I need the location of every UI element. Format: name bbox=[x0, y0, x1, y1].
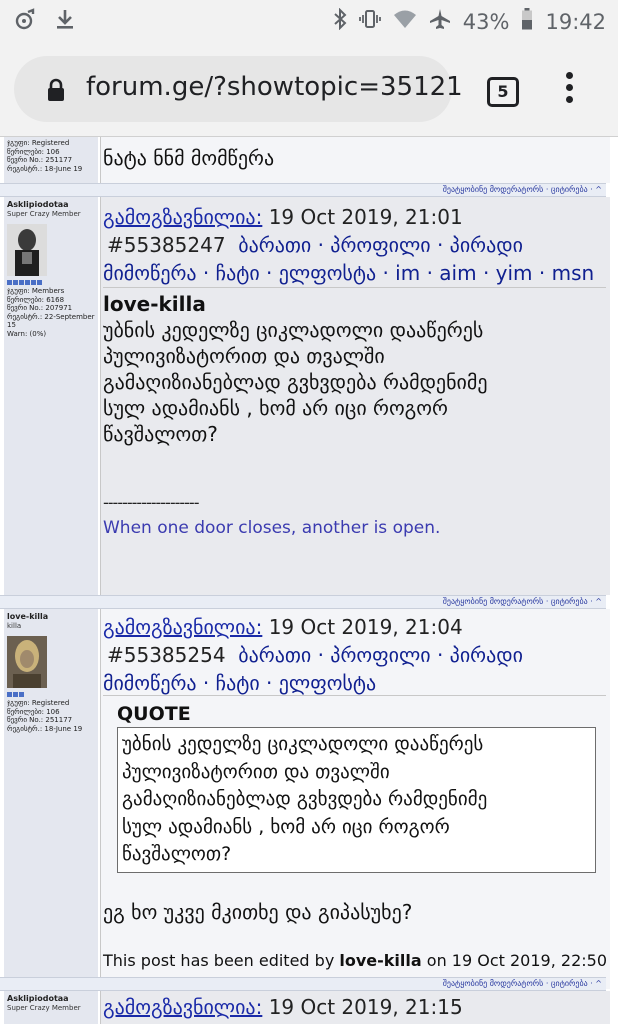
post-footer: შეატყობინე მოდერატორს · ციტირება · ^ bbox=[0, 183, 606, 197]
post-line: წავშალოთ? bbox=[103, 422, 218, 446]
lock-icon bbox=[46, 78, 66, 106]
post-body-area: ნატა ნნმ მომწერა bbox=[100, 137, 610, 183]
post-datetime: 19 Oct 2019, 21:01 bbox=[268, 205, 463, 229]
clock: 19:42 bbox=[545, 9, 606, 34]
user-meta-line: Warn: (0%) bbox=[7, 329, 47, 338]
overflow-menu-icon[interactable] bbox=[564, 72, 574, 108]
user-sidebar: love-killa killa ჯგუფი: Registered წერილ… bbox=[4, 609, 98, 989]
sent-link[interactable]: გამოგზავნილია: bbox=[103, 615, 262, 639]
quote-line: გამაღიზიანებლად გვხვდება რამდენიმე bbox=[122, 788, 488, 810]
rank-pips bbox=[4, 692, 98, 699]
quote-line: პულივიზატორით და თვალში bbox=[122, 760, 390, 783]
user-meta-line: წევრი No.: 251177 bbox=[7, 156, 73, 164]
post-datetime: 19 Oct 2019, 21:04 bbox=[268, 615, 463, 639]
post-body-area: გამოგზავნილია: 19 Oct 2019, 21:04 #55385… bbox=[100, 609, 610, 989]
user-meta-line: წერილები: 106 bbox=[7, 147, 60, 156]
post-footer-links[interactable]: შეატყობინე მოდერატორს · ციტირება · ^ bbox=[443, 597, 606, 606]
post-content: love-killa უბნის კედელზე ციკლადოლი დააწე… bbox=[103, 291, 598, 447]
music-notification-icon bbox=[14, 8, 36, 34]
divider bbox=[103, 695, 606, 696]
user-title: Super Crazy Member bbox=[7, 209, 81, 218]
download-icon bbox=[54, 8, 76, 34]
edited-suffix: on 19 Oct 2019, 22:50 bbox=[426, 951, 607, 970]
wifi-icon bbox=[393, 8, 417, 35]
post-footer: შეატყობინე მოდერატორს · ციტირება · ^ bbox=[0, 595, 606, 609]
signature: When one door closes, another is open. bbox=[103, 518, 441, 538]
post-header: გამოგზავნილია: 19 Oct 2019, 21:04 #55385… bbox=[103, 613, 603, 697]
username[interactable]: Asklipiodotaa bbox=[4, 197, 98, 210]
signature-divider: -------------------- bbox=[103, 493, 199, 512]
post-footer-links[interactable]: შეატყობინე მოდერატორს · ციტირება · ^ bbox=[443, 185, 606, 194]
address-bar[interactable]: forum.ge/?showtopic=35121 bbox=[14, 56, 463, 122]
user-links[interactable]: ბარათი · პროფილი · პირადი bbox=[238, 643, 523, 667]
user-sidebar: Asklipiodotaa Super Crazy Member ჯგუფი: … bbox=[4, 197, 98, 595]
battery-percent: 43% bbox=[462, 9, 510, 34]
post: Asklipiodotaa Super Crazy Member ჯგუფი: … bbox=[4, 197, 610, 595]
user-meta-line: ჯგუფი: Members bbox=[7, 287, 65, 295]
edited-prefix: This post has been edited by bbox=[103, 951, 335, 970]
user-sidebar: Asklipiodotaa Super Crazy Member bbox=[4, 991, 98, 1024]
avatar bbox=[7, 636, 47, 688]
bluetooth-icon bbox=[333, 7, 347, 35]
quote-box: უბნის კედელზე ციკლადოლი დააწერეს პულივიზ… bbox=[117, 727, 596, 873]
post-header: გამოგზავნილია: 19 Oct 2019, 21:01 #55385… bbox=[103, 203, 603, 287]
forum-thread: ჯგუფი: Registered წერილები: 106 წევრი No… bbox=[0, 137, 618, 1024]
username[interactable]: love-killa bbox=[4, 609, 98, 622]
post-line: პულივიზატორით და თვალში bbox=[103, 344, 385, 368]
airplane-mode-icon bbox=[429, 8, 451, 35]
avatar bbox=[7, 224, 47, 276]
quote-line: სულ ადამიანს , ხომ არ იცი როგორ bbox=[122, 815, 450, 838]
rank-pips bbox=[4, 280, 98, 287]
edited-by: love-killa bbox=[339, 951, 422, 970]
post-footer-links[interactable]: შეატყობინე მოდერატორს · ციტირება · ^ bbox=[443, 979, 606, 988]
status-bar: 43% 19:42 bbox=[0, 0, 618, 44]
quote-line: წავშალოთ? bbox=[122, 843, 232, 865]
post-datetime: 19 Oct 2019, 21:15 bbox=[268, 995, 463, 1019]
username[interactable]: Asklipiodotaa bbox=[4, 991, 98, 1004]
quote-label: QUOTE bbox=[117, 703, 191, 725]
post-partial-bottom: Asklipiodotaa Super Crazy Member გამოგზა… bbox=[4, 991, 610, 1024]
post-line: უბნის კედელზე ციკლადოლი დააწერეს bbox=[103, 318, 484, 342]
sent-link[interactable]: გამოგზავნილია: bbox=[103, 995, 262, 1019]
user-meta-line: წევრი No.: 251177 bbox=[7, 716, 73, 724]
user-sidebar: ჯგუფი: Registered წერილები: 106 წევრი No… bbox=[4, 137, 98, 183]
post-body-area: გამოგზავნილია: 19 Oct 2019, 21:01 #55385… bbox=[100, 197, 610, 595]
user-links[interactable]: ბარათი · პროფილი · პირადი bbox=[238, 233, 523, 257]
user-meta-line: წერილები: 6168 bbox=[7, 295, 65, 304]
user-links-more[interactable]: მიმოწერა · ჩატი · ელფოსტა bbox=[103, 671, 376, 695]
user-meta-line: რეგისტრ.: 22-September 15 bbox=[7, 312, 95, 330]
divider bbox=[103, 287, 606, 288]
user-title: Super Crazy Member bbox=[7, 1003, 81, 1012]
post-reply-text: ეგ ხო უკვე მკითხე და გიპასუხე? bbox=[103, 900, 413, 924]
tab-switcher-button[interactable]: 5 bbox=[487, 77, 519, 107]
post: love-killa killa ჯგუფი: Registered წერილ… bbox=[4, 609, 610, 989]
user-links-more[interactable]: მიმოწერა · ჩატი · ელფოსტა · im · aim · y… bbox=[103, 261, 594, 285]
user-meta-line: ჯგუფი: Registered bbox=[7, 699, 70, 707]
user-meta-line: ჯგუფი: Registered bbox=[7, 139, 70, 147]
edited-notice: This post has been edited by love-killa … bbox=[103, 951, 607, 970]
post-partial-top: ჯგუფი: Registered წერილები: 106 წევრი No… bbox=[4, 137, 610, 183]
url-text[interactable]: forum.ge/?showtopic=35121 bbox=[86, 72, 463, 102]
post-number[interactable]: #55385247 bbox=[103, 233, 226, 257]
user-meta-line: წერილები: 106 bbox=[7, 707, 60, 716]
user-meta-line: რეგისტრ.: 18-June 19 bbox=[7, 164, 83, 173]
post-header: გამოგზავნილია: 19 Oct 2019, 21:15 bbox=[103, 993, 603, 1021]
post-line: გამაღიზიანებლად გვხვდება რამდენიმე bbox=[103, 370, 488, 394]
post-body-area: გამოგზავნილია: 19 Oct 2019, 21:15 bbox=[100, 991, 610, 1024]
user-title: killa bbox=[7, 621, 22, 630]
browser-toolbar: forum.ge/?showtopic=35121 5 bbox=[0, 44, 618, 137]
user-meta-line: წევრი No.: 207971 bbox=[7, 304, 73, 312]
quoted-author: love-killa bbox=[103, 292, 206, 316]
post-text: ნატა ნნმ მომწერა bbox=[103, 146, 275, 170]
quote-line: უბნის კედელზე ციკლადოლი დააწერეს bbox=[122, 733, 484, 755]
post-number[interactable]: #55385254 bbox=[103, 643, 226, 667]
user-meta-line: რეგისტრ.: 18-June 19 bbox=[7, 724, 83, 733]
battery-icon bbox=[521, 8, 533, 35]
sent-link[interactable]: გამოგზავნილია: bbox=[103, 205, 262, 229]
post-footer: შეატყობინე მოდერატორს · ციტირება · ^ bbox=[0, 977, 606, 991]
vibrate-icon bbox=[358, 8, 381, 35]
post-line: სულ ადამიანს , ხომ არ იცი როგორ bbox=[103, 396, 448, 420]
